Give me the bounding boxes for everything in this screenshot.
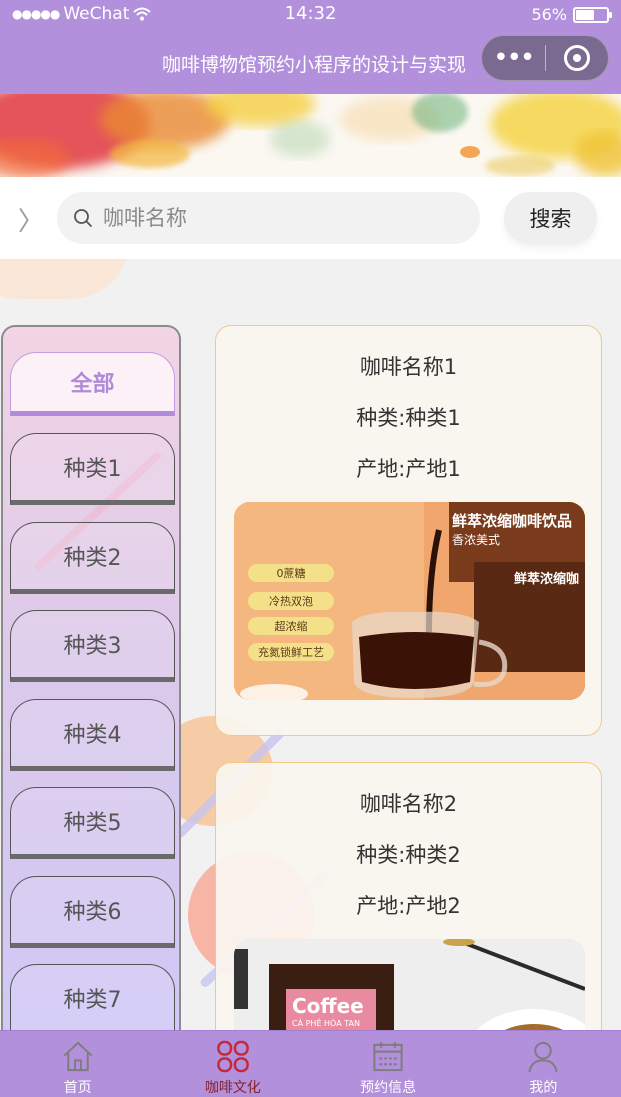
more-dots-icon[interactable]: ••• bbox=[482, 45, 545, 71]
category-item-all[interactable]: 全部 bbox=[10, 352, 175, 416]
tab-reservations[interactable]: 预约信息 bbox=[311, 1031, 466, 1097]
coffee-tag-4: 充氮锁鲜工艺 bbox=[258, 646, 324, 659]
clover-icon bbox=[217, 1040, 249, 1073]
card-coffee-name: 咖啡名称1 bbox=[359, 355, 458, 379]
card-coffee-category: 种类:种类2 bbox=[356, 843, 461, 867]
target-circle-icon bbox=[563, 45, 590, 71]
search-icon bbox=[74, 209, 92, 227]
category-item-4[interactable]: 种类4 bbox=[10, 699, 175, 771]
search-button[interactable]: 搜索 bbox=[504, 192, 597, 244]
tab-mine[interactable]: 我的 bbox=[466, 1031, 621, 1097]
calendar-icon bbox=[373, 1041, 403, 1072]
tab-coffee-culture[interactable]: 咖啡文化 bbox=[155, 1031, 310, 1097]
category-item-5[interactable]: 种类5 bbox=[10, 787, 175, 859]
category-item-7[interactable]: 种类7 bbox=[10, 964, 175, 1030]
category-item-2[interactable]: 种类2 bbox=[10, 522, 175, 594]
coffee-image-tagline: CÀ PHÊ HÒA TAN bbox=[292, 1019, 360, 1028]
mini-program-capsule: ••• bbox=[481, 35, 609, 81]
coffee-tag-2: 冷热双泡 bbox=[269, 595, 313, 608]
coffee-card[interactable]: 咖啡名称1 种类:种类1 产地:产地1 鲜萃浓缩咖啡饮品 香浓美式 鲜萃浓缩咖 … bbox=[215, 325, 602, 736]
search-input[interactable] bbox=[103, 206, 443, 230]
coffee-image-2: Coffee CÀ PHÊ HÒA TAN bbox=[234, 939, 585, 1030]
status-time: 14:32 bbox=[284, 3, 337, 24]
page-title: 咖啡博物馆预约小程序的设计与实现 bbox=[161, 54, 466, 76]
card-coffee-name: 咖啡名称2 bbox=[359, 792, 458, 816]
coffee-image-1: 鲜萃浓缩咖啡饮品 香浓美式 鲜萃浓缩咖 0蔗糖 冷热双泡 超浓缩 充氮锁鲜工艺 bbox=[234, 502, 585, 700]
coffee-image-subhead: 香浓美式 bbox=[452, 533, 501, 547]
battery-percent: 56% bbox=[531, 5, 567, 24]
status-right: 56% bbox=[531, 5, 612, 24]
coffee-image-brand: Coffee bbox=[292, 994, 364, 1018]
coffee-image-box-title: 鲜萃浓缩咖 bbox=[514, 572, 580, 587]
coffee-illustration-2 bbox=[234, 939, 585, 1030]
category-sidebar: 全部 种类1 种类2 种类3 种类4 种类5 种类6 种类7 bbox=[1, 325, 181, 1030]
home-icon bbox=[63, 1041, 92, 1072]
status-bar: ●●●●● WeChat 14:32 56% bbox=[0, 0, 621, 30]
coffee-image-headline: 鲜萃浓缩咖啡饮品 bbox=[452, 512, 573, 530]
card-coffee-origin: 产地:产地1 bbox=[356, 457, 461, 481]
nav-bar: 咖啡博物馆预约小程序的设计与实现 ••• bbox=[0, 30, 621, 94]
search-row: 〉 搜索 bbox=[0, 177, 621, 259]
tab-home-label: 首页 bbox=[63, 1080, 92, 1096]
coffee-tag-3: 超浓缩 bbox=[274, 620, 308, 633]
card-coffee-origin: 产地:产地2 bbox=[356, 894, 461, 918]
battery-icon bbox=[573, 6, 612, 23]
category-item-1[interactable]: 种类1 bbox=[10, 433, 175, 505]
card-coffee-category: 种类:种类1 bbox=[356, 406, 461, 430]
chevron-right-icon[interactable]: 〉 bbox=[18, 201, 44, 238]
main-content: 全部 种类1 种类2 种类3 种类4 种类5 种类6 种类7 咖啡名称1 种类:… bbox=[0, 259, 621, 1030]
tab-bar: 首页 咖啡文化 预约信息 我的 bbox=[0, 1030, 621, 1097]
tab-reservations-label: 预约信息 bbox=[360, 1080, 417, 1096]
tab-home[interactable]: 首页 bbox=[0, 1031, 155, 1097]
user-icon bbox=[528, 1041, 558, 1073]
watercolor-art bbox=[0, 94, 621, 177]
category-item-3[interactable]: 种类3 bbox=[10, 610, 175, 682]
tab-coffee-culture-label: 咖啡文化 bbox=[204, 1080, 261, 1096]
category-item-6[interactable]: 种类6 bbox=[10, 876, 175, 948]
tab-mine-label: 我的 bbox=[529, 1080, 558, 1096]
coffee-card[interactable]: 咖啡名称2 种类:种类2 产地:产地2 Coffee CÀ PHÊ HÒA TA… bbox=[215, 762, 602, 1030]
decor-circle-top bbox=[0, 259, 130, 299]
close-miniprogram-button[interactable] bbox=[546, 45, 609, 71]
search-box[interactable] bbox=[57, 192, 480, 244]
coffee-tag-1: 0蔗糖 bbox=[276, 567, 306, 580]
banner-watercolor bbox=[0, 94, 621, 177]
